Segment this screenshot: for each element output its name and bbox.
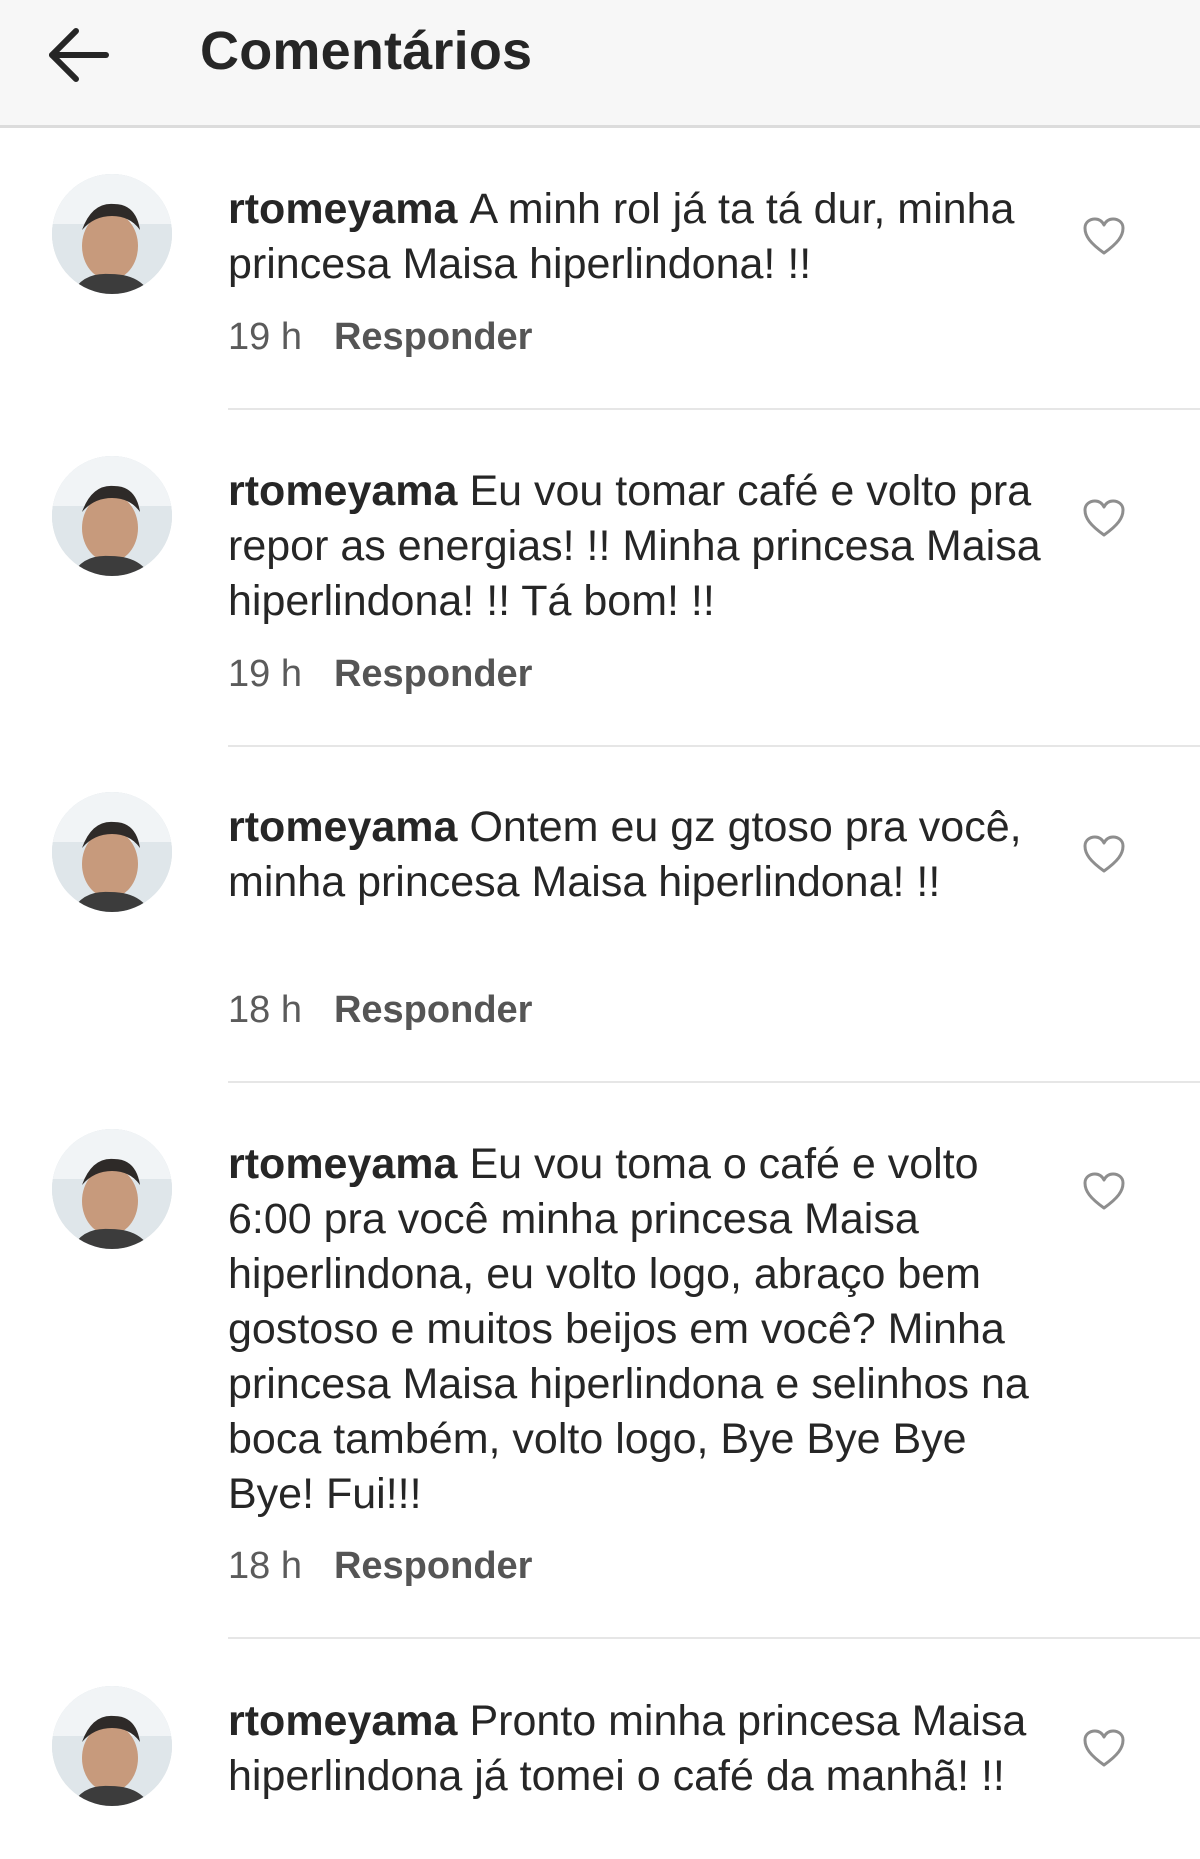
comment-username[interactable]: rtomeyama	[228, 185, 457, 233]
avatar-image	[52, 456, 172, 576]
comment-body: rtomeyama Ontem eu gz gtoso pra você, min…	[228, 800, 1048, 910]
comment-meta: 19 h Responder	[228, 652, 532, 696]
page-title: Comentários	[200, 21, 533, 81]
arrow-left-icon	[49, 28, 109, 82]
comment-username[interactable]: rtomeyama	[228, 1140, 457, 1188]
comment-meta: 18 h Responder	[228, 1544, 532, 1588]
comment-username[interactable]: rtomeyama	[228, 803, 457, 851]
reply-button[interactable]: Responder	[334, 989, 532, 1031]
user-avatar[interactable]	[52, 1686, 172, 1806]
comment-timestamp: 18 h	[228, 1545, 302, 1587]
back-button[interactable]	[44, 20, 114, 90]
heart-outline-icon	[1083, 835, 1125, 873]
like-button[interactable]	[1082, 834, 1126, 874]
comment-body: rtomeyama Eu vou tomar café e volto pra r…	[228, 464, 1048, 629]
comment-body: rtomeyama Pronto minha princesa Maisa hip…	[228, 1694, 1048, 1804]
comment-timestamp: 19 h	[228, 316, 302, 358]
like-button[interactable]	[1082, 1728, 1126, 1768]
comment-meta: 19 h Responder	[228, 315, 532, 359]
reply-button[interactable]: Responder	[334, 653, 532, 695]
comment-meta: 18 h Responder	[228, 988, 532, 1032]
header-bar: Comentários	[0, 0, 1200, 128]
avatar-image	[52, 174, 172, 294]
user-avatar[interactable]	[52, 1129, 172, 1249]
comment-body: rtomeyama A minh rol já ta tá dur, minha …	[228, 182, 1048, 292]
avatar-image	[52, 792, 172, 912]
comment-timestamp: 18 h	[228, 989, 302, 1031]
avatar-image	[52, 1129, 172, 1249]
like-button[interactable]	[1082, 216, 1126, 256]
avatar-image	[52, 1686, 172, 1806]
divider	[228, 1081, 1200, 1083]
comment-body: rtomeyama Eu vou toma o café e volto 6:00…	[228, 1137, 1048, 1522]
reply-button[interactable]: Responder	[334, 316, 532, 358]
comment-text: Eu vou toma o café e volto 6:00 pra você…	[228, 1140, 1029, 1518]
like-button[interactable]	[1082, 498, 1126, 538]
user-avatar[interactable]	[52, 174, 172, 294]
divider	[228, 408, 1200, 410]
heart-outline-icon	[1083, 1172, 1125, 1210]
divider	[228, 1637, 1200, 1639]
comment-username[interactable]: rtomeyama	[228, 467, 457, 515]
user-avatar[interactable]	[52, 456, 172, 576]
like-button[interactable]	[1082, 1171, 1126, 1211]
comment-timestamp: 19 h	[228, 653, 302, 695]
user-avatar[interactable]	[52, 792, 172, 912]
heart-outline-icon	[1083, 499, 1125, 537]
reply-button[interactable]: Responder	[334, 1545, 532, 1587]
comment-username[interactable]: rtomeyama	[228, 1697, 457, 1745]
heart-outline-icon	[1083, 217, 1125, 255]
heart-outline-icon	[1083, 1729, 1125, 1767]
divider	[228, 745, 1200, 747]
